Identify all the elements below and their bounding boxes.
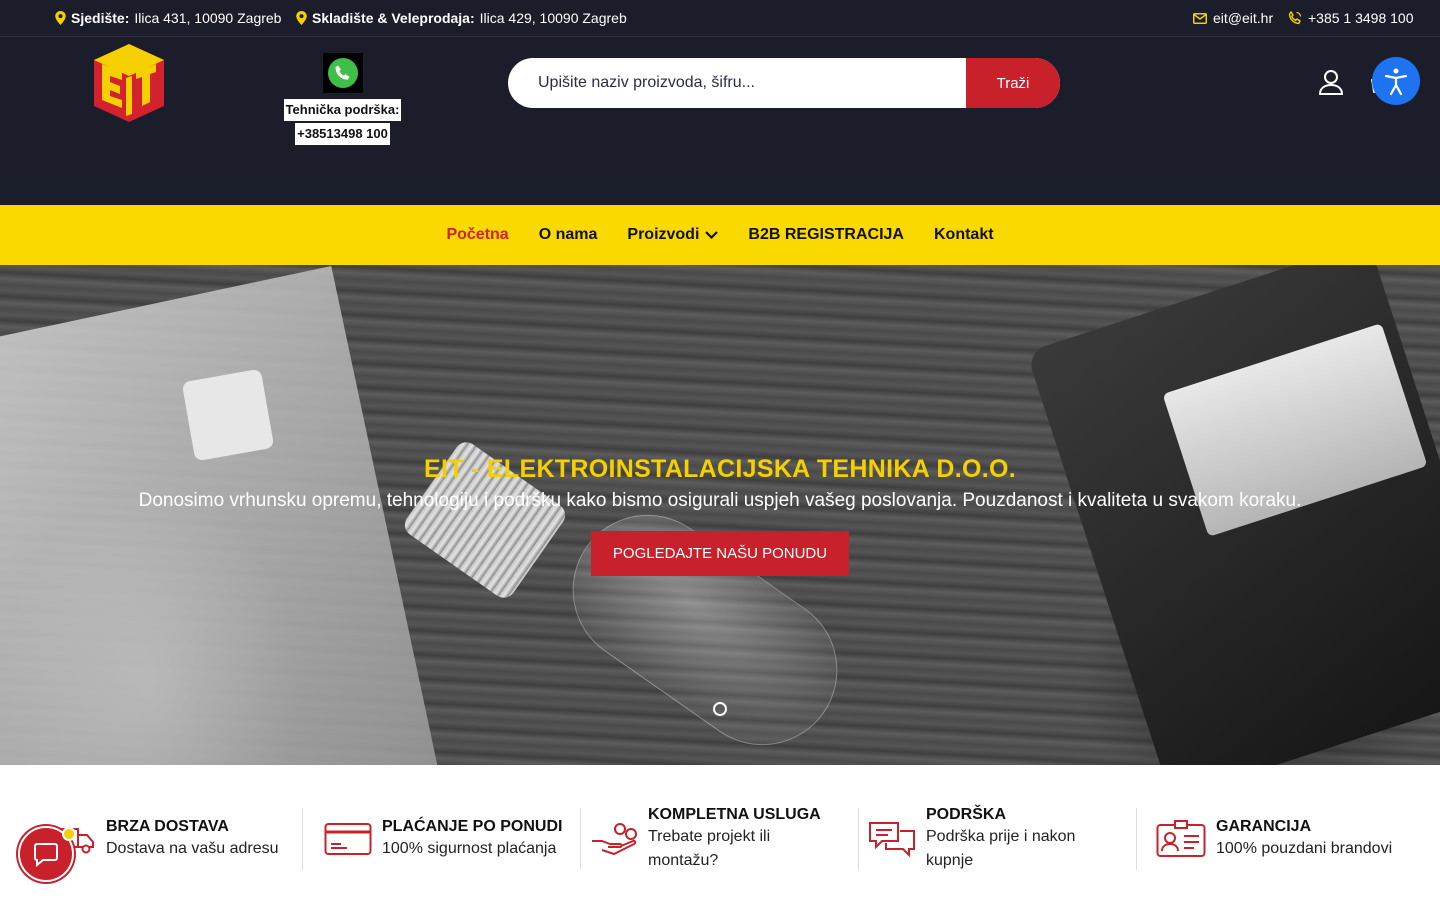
hero-title: EIT - ELEKTROINSTALACIJSKA TEHNIKA D.O.O… <box>424 455 1016 483</box>
site-header: Tehnička podrška: +38513498 100 Traži 0 <box>0 37 1440 205</box>
feature-support: PODRŠKA Podrška prije i nakon kupnje <box>868 806 1076 870</box>
map-pin-icon <box>55 11 66 25</box>
nav-item-b2b-registracija[interactable]: B2B REGISTRACIJA <box>748 226 904 244</box>
envelope-icon <box>1193 12 1207 24</box>
top-info-bar: Sjedište: Ilica 431, 10090 Zagreb Skladi… <box>0 0 1440 37</box>
feature-text: 100% pouzdani brandovi <box>1216 840 1393 857</box>
features-strip: BRZA DOSTAVA Dostava na vašu adresu PLAĆ… <box>0 765 1440 900</box>
phone-text[interactable]: +385 1 3498 100 <box>1308 10 1414 26</box>
feature-title: BRZA DOSTAVA <box>106 818 229 835</box>
feature-text-line2: kupnje <box>926 852 974 869</box>
nav-item-proizvodi-label: Proizvodi <box>627 226 700 243</box>
headquarters-address: Sjedište: Ilica 431, 10090 Zagreb <box>55 10 281 26</box>
feature-divider <box>1136 808 1137 870</box>
email-text[interactable]: eit@eit.hr <box>1213 10 1273 26</box>
accessibility-button[interactable] <box>1372 57 1420 105</box>
technical-support[interactable]: Tehnička podrška: +38513498 100 <box>280 53 405 145</box>
accessibility-icon <box>1384 68 1408 96</box>
chat-bubbles-icon <box>869 822 915 857</box>
hero-background-dice <box>181 368 275 462</box>
hero-banner: EIT - ELEKTROINSTALACIJSKA TEHNIKA D.O.O… <box>0 265 1440 765</box>
headquarters-label: Sjedište: <box>71 10 130 26</box>
chat-icon <box>34 843 58 867</box>
feature-title: PODRŠKA <box>926 806 1007 823</box>
support-label: Tehnička podrška: <box>283 99 402 121</box>
email-link[interactable]: eit@eit.hr <box>1193 10 1273 26</box>
warehouse-value: Ilica 429, 10090 Zagreb <box>479 10 627 26</box>
user-account-icon[interactable] <box>1318 69 1344 95</box>
feature-divider <box>580 808 581 870</box>
warehouse-address: Skladište & Veleprodaja: Ilica 429, 1009… <box>296 10 627 26</box>
search-input[interactable] <box>508 58 966 108</box>
hand-coins-icon <box>592 823 637 856</box>
feature-title: PLAĆANJE PO PONUDI <box>382 818 563 835</box>
headquarters-value: Ilica 431, 10090 Zagreb <box>134 10 282 26</box>
chat-widget-button[interactable] <box>18 826 76 882</box>
company-logo[interactable] <box>92 42 166 124</box>
nav-item-kontakt[interactable]: Kontakt <box>934 226 994 244</box>
credit-card-icon <box>324 823 372 855</box>
whatsapp-phone-icon <box>322 53 363 93</box>
feature-divider <box>858 808 859 870</box>
phone-icon <box>1288 11 1302 25</box>
feature-warranty: GARANCIJA 100% pouzdani brandovi <box>1156 808 1392 870</box>
chevron-down-icon <box>705 231 719 239</box>
search-button[interactable]: Traži <box>966 58 1060 108</box>
feature-fast-delivery: BRZA DOSTAVA Dostava na vašu adresu <box>52 808 279 870</box>
nav-item-proizvodi[interactable]: Proizvodi <box>627 226 719 244</box>
phone-link[interactable]: +385 1 3498 100 <box>1288 10 1414 26</box>
feature-divider <box>302 808 303 870</box>
feature-complete-service: KOMPLETNA USLUGA Trebate projekt ili mon… <box>590 806 821 870</box>
slider-dot[interactable] <box>713 702 727 716</box>
support-phone[interactable]: +38513498 100 <box>295 123 390 145</box>
id-card-icon <box>1156 820 1206 857</box>
notification-dot <box>62 827 76 841</box>
feature-title: KOMPLETNA USLUGA <box>648 806 821 823</box>
feature-text-line2: montažu? <box>648 852 719 869</box>
feature-text-line1: Trebate projekt ili <box>648 828 771 845</box>
search-bar: Traži <box>508 58 1060 108</box>
feature-text-line1: Podrška prije i nakon <box>926 828 1076 845</box>
nav-item-o-nama[interactable]: O nama <box>539 226 598 244</box>
view-offer-button[interactable]: POGLEDAJTE NAŠU PONUDU <box>591 531 849 576</box>
hero-background-schematic <box>0 265 440 765</box>
main-navigation: Početna O nama Proizvodi B2B REGISTRACIJ… <box>0 205 1440 265</box>
feature-title: GARANCIJA <box>1216 818 1312 835</box>
feature-payment: PLAĆANJE PO PONUDI 100% sigurnost plaćan… <box>324 808 562 870</box>
hero-background-bulb <box>543 485 867 765</box>
map-pin-icon <box>296 11 307 25</box>
feature-text: Dostava na vašu adresu <box>106 840 279 857</box>
hero-subtitle: Donosimo vrhunsku opremu, tehnologiju i … <box>138 490 1302 511</box>
nav-item-pocetna[interactable]: Početna <box>446 226 508 244</box>
feature-text: 100% sigurnost plaćanja <box>382 840 557 857</box>
warehouse-label: Skladište & Veleprodaja: <box>312 10 475 26</box>
